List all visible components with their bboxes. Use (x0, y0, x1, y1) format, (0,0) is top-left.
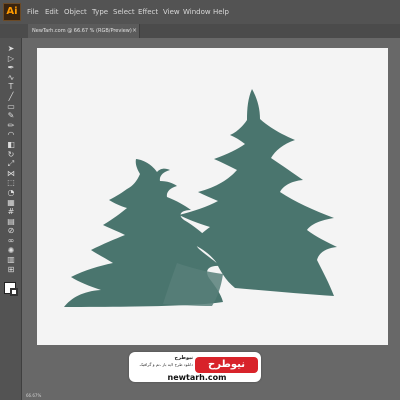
menu-edit[interactable]: Edit (45, 0, 59, 24)
illustrator-logo[interactable]: Ai (3, 3, 21, 21)
direct-selection-tool-icon[interactable]: ▷ (5, 54, 17, 64)
menu-effect[interactable]: Effect (138, 0, 158, 24)
stroke-color-swatch[interactable] (10, 288, 18, 296)
line-tool-icon[interactable]: ╱ (5, 92, 17, 102)
shaper-tool-icon[interactable]: ◠ (5, 130, 17, 140)
document-tab-bar: NewTarh.com @ 66.67 % (RGB/Preview) × (0, 24, 400, 38)
menu-type[interactable]: Type (92, 0, 108, 24)
rotate-tool-icon[interactable]: ↻ (5, 150, 17, 160)
pencil-tool-icon[interactable]: ✏ (5, 121, 17, 131)
rectangle-tool-icon[interactable]: ▭ (5, 102, 17, 112)
perspective-grid-tool-icon[interactable]: ▦ (5, 198, 17, 208)
eraser-tool-icon[interactable]: ◧ (5, 140, 17, 150)
artboard[interactable] (37, 48, 388, 345)
artboard-tool-icon[interactable]: ⊞ (5, 265, 17, 275)
menu-window[interactable]: Window (183, 0, 211, 24)
blend-tool-icon[interactable]: ∞ (5, 236, 17, 246)
close-tab-icon[interactable]: × (132, 24, 137, 38)
type-tool-icon[interactable]: T (5, 82, 17, 92)
pine-trees-illustration[interactable] (37, 48, 388, 345)
menu-file[interactable]: File (27, 0, 39, 24)
menu-select[interactable]: Select (113, 0, 135, 24)
scale-tool-icon[interactable]: ⤢ (5, 159, 17, 169)
paintbrush-tool-icon[interactable]: ✎ (5, 111, 17, 121)
symbol-sprayer-tool-icon[interactable]: ✺ (5, 246, 17, 256)
document-tab-title: NewTarh.com @ 66.67 % (RGB/Preview) (32, 28, 132, 34)
pen-tool-icon[interactable]: ✒ (5, 63, 17, 73)
watermark-subtitle: دانلود طرح لایه باز ،تم و گرافیک (139, 362, 193, 367)
menu-bar: Ai File Edit Object Type Select Effect V… (0, 0, 400, 25)
mesh-tool-icon[interactable]: # (5, 207, 17, 217)
tools-panel: ➤ ▷ ✒ ∿ T ╱ ▭ ✎ ✏ ◠ ◧ ↻ ⤢ ⋈ ⬚ ◔ ▦ # ▤ ⊘ ∞ ✺ ▥ ⊞ (0, 38, 22, 400)
width-tool-icon[interactable]: ⋈ (5, 169, 17, 179)
selection-tool-icon[interactable]: ➤ (5, 44, 17, 54)
watermark-url: newtarh.com (167, 373, 227, 382)
zoom-level[interactable]: 66.67% (26, 393, 41, 398)
menu-view[interactable]: View (163, 0, 180, 24)
watermark-title: نیوطرح (174, 355, 193, 361)
shape-builder-tool-icon[interactable]: ◔ (5, 188, 17, 198)
watermark-logo: نیوطرح (195, 357, 258, 373)
menu-object[interactable]: Object (64, 0, 87, 24)
document-tab[interactable]: NewTarh.com @ 66.67 % (RGB/Preview) × (28, 24, 140, 38)
newtarh-watermark: نیوطرح نیوطرح دانلود طرح لایه باز ،تم و … (129, 352, 261, 382)
free-transform-tool-icon[interactable]: ⬚ (5, 178, 17, 188)
gradient-tool-icon[interactable]: ▤ (5, 217, 17, 227)
column-graph-tool-icon[interactable]: ▥ (5, 255, 17, 265)
eyedropper-tool-icon[interactable]: ⊘ (5, 226, 17, 236)
curvature-tool-icon[interactable]: ∿ (5, 73, 17, 83)
menu-help[interactable]: Help (213, 0, 229, 24)
